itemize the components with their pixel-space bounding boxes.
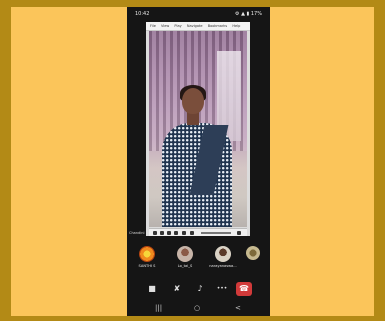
volume-icon[interactable] xyxy=(237,231,241,235)
menu-item-view[interactable]: View xyxy=(161,24,169,28)
phone-screen: 10:42 ⚙ ▲ ▮ 17% File View Play Navigate … xyxy=(127,7,270,316)
status-time: 10:42 xyxy=(135,11,150,17)
status-indicators: ⚙ ▲ ▮ 17% xyxy=(235,11,262,17)
menu-item-file[interactable]: File xyxy=(150,24,156,28)
participant-tile[interactable]: Lo_tai_S xyxy=(170,246,200,276)
sharer-name: Chandini xyxy=(129,231,145,235)
player-controls xyxy=(149,228,247,236)
next-icon[interactable] xyxy=(174,231,178,235)
status-bar: 10:42 ⚙ ▲ ▮ 17% xyxy=(127,7,270,21)
avatar xyxy=(139,246,155,262)
end-call-icon[interactable]: ☎ xyxy=(236,282,252,296)
recents-icon[interactable]: ||| xyxy=(155,301,162,316)
back-icon[interactable]: < xyxy=(235,301,241,316)
prev-icon[interactable] xyxy=(160,231,164,235)
video-frame xyxy=(149,31,247,227)
player-menubar: File View Play Navigate Bookmarks Help xyxy=(146,22,250,31)
menu-item-navigate[interactable]: Navigate xyxy=(187,24,203,28)
call-controls: ■ ✘ ♪ ••• ☎ xyxy=(127,278,270,300)
person-face xyxy=(182,88,204,114)
audio-icon[interactable]: ♪ xyxy=(193,282,207,296)
avatar xyxy=(215,246,231,262)
mic-off-icon[interactable]: ✘ xyxy=(170,282,184,296)
playlist-icon[interactable] xyxy=(190,231,194,235)
participant-tile[interactable] xyxy=(241,246,271,276)
participant-name: narayanaswa... xyxy=(209,264,237,268)
participant-name: SANTHI S xyxy=(138,264,156,268)
avatar xyxy=(246,246,260,260)
video-icon[interactable]: ■ xyxy=(145,282,159,296)
shared-screen[interactable]: File View Play Navigate Bookmarks Help xyxy=(146,22,250,236)
participant-strip: SANTHI S Lo_tai_S narayanaswa... xyxy=(127,246,270,276)
fullscreen-icon[interactable] xyxy=(182,231,186,235)
avatar xyxy=(177,246,193,262)
more-icon[interactable]: ••• xyxy=(215,282,229,296)
participant-tile[interactable]: SANTHI S xyxy=(132,246,162,276)
menu-item-help[interactable]: Help xyxy=(232,24,240,28)
participant-name: Lo_tai_S xyxy=(177,264,193,268)
menu-item-bookmarks[interactable]: Bookmarks xyxy=(208,24,228,28)
play-icon[interactable] xyxy=(153,231,157,235)
menu-item-play[interactable]: Play xyxy=(174,24,181,28)
stop-icon[interactable] xyxy=(167,231,171,235)
participant-tile[interactable]: narayanaswa... xyxy=(208,246,238,276)
system-nav-bar: ||| ○ < xyxy=(127,301,270,316)
home-icon[interactable]: ○ xyxy=(194,301,200,316)
volume-bar[interactable] xyxy=(201,232,231,234)
